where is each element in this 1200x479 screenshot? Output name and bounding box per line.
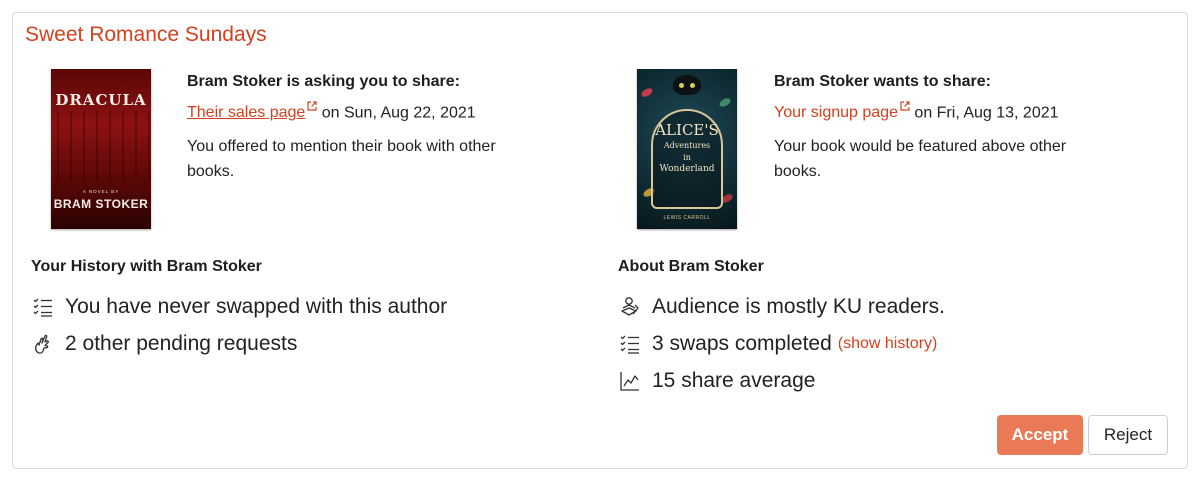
history-item-text: 2 other pending requests [65, 331, 298, 355]
checklist-icon [618, 332, 642, 356]
list-item: 2 other pending requests [31, 325, 447, 362]
cover-decoration [640, 86, 654, 99]
accept-button[interactable]: Accept [997, 415, 1083, 455]
share-request-outgoing: Bram Stoker wants to share: Your signup … [774, 73, 1104, 184]
cover-title: Adventures [663, 141, 711, 150]
request-date: on Fri, Aug 13, 2021 [909, 104, 1059, 122]
cover-title: DRACULA [55, 91, 147, 109]
request-date: on Sun, Aug 22, 2021 [317, 104, 476, 122]
cover-title: in [683, 153, 691, 162]
swap-request-card: Sweet Romance Sundays DRACULA A NOVEL BY… [12, 12, 1188, 469]
cover-author: LEWIS CARROLL [663, 215, 711, 221]
external-link-icon [307, 101, 317, 111]
history-title: Your History with Bram Stoker [31, 258, 262, 275]
history-list: You have never swapped with this author … [31, 288, 447, 362]
card-title: Sweet Romance Sundays [25, 23, 267, 46]
sales-page-link[interactable]: Their sales page [187, 101, 317, 121]
history-item-text: You have never swapped with this author [65, 294, 448, 318]
list-item: You have never swapped with this author [31, 288, 447, 325]
show-history-link[interactable]: (show history) [838, 335, 938, 353]
request-heading: Bram Stoker is asking you to share: [187, 73, 460, 90]
checklist-icon [31, 295, 55, 319]
request-description: You offered to mention their book with o… [187, 138, 496, 181]
about-list: Audience is mostly KU readers. 3 swaps c… [618, 288, 945, 399]
cover-title: ALICE'S [655, 121, 719, 139]
external-link-icon [900, 101, 910, 111]
about-item-text: Audience is mostly KU readers. [652, 294, 945, 318]
cover-author: BRAM STOKER [53, 197, 149, 211]
list-item: 3 swaps completed (show history) [618, 325, 945, 362]
dracula-book-cover: DRACULA A NOVEL BY BRAM STOKER [51, 69, 151, 229]
about-item-text: 3 swaps completed [652, 331, 832, 355]
list-item: 15 share average [618, 362, 945, 399]
share-request-incoming: Bram Stoker is asking you to share: Thei… [187, 73, 517, 184]
cover-title: Wonderland [659, 164, 715, 174]
request-link-line: Your signup page on Fri, Aug 13, 2021 [774, 101, 1104, 122]
crossed-fingers-icon [31, 332, 55, 356]
about-item-text: 15 share average [652, 368, 816, 392]
list-item: Audience is mostly KU readers. [618, 288, 945, 325]
cover-texture [51, 111, 151, 181]
signup-page-link[interactable]: Your signup page [774, 101, 910, 121]
line-chart-icon [618, 369, 642, 393]
cover-decoration [718, 96, 732, 109]
alice-book-cover: ALICE'S Adventures in Wonderland LEWIS C… [637, 69, 737, 229]
cheshire-cat-icon [673, 75, 701, 95]
reject-button[interactable]: Reject [1088, 415, 1168, 455]
cover-subtitle: A NOVEL BY [82, 189, 120, 194]
about-title: About Bram Stoker [618, 258, 764, 275]
reader-icon [618, 295, 642, 319]
request-description: Your book would be featured above other … [774, 138, 1067, 181]
request-link-line: Their sales page on Sun, Aug 22, 2021 [187, 101, 517, 122]
request-heading: Bram Stoker wants to share: [774, 73, 991, 90]
